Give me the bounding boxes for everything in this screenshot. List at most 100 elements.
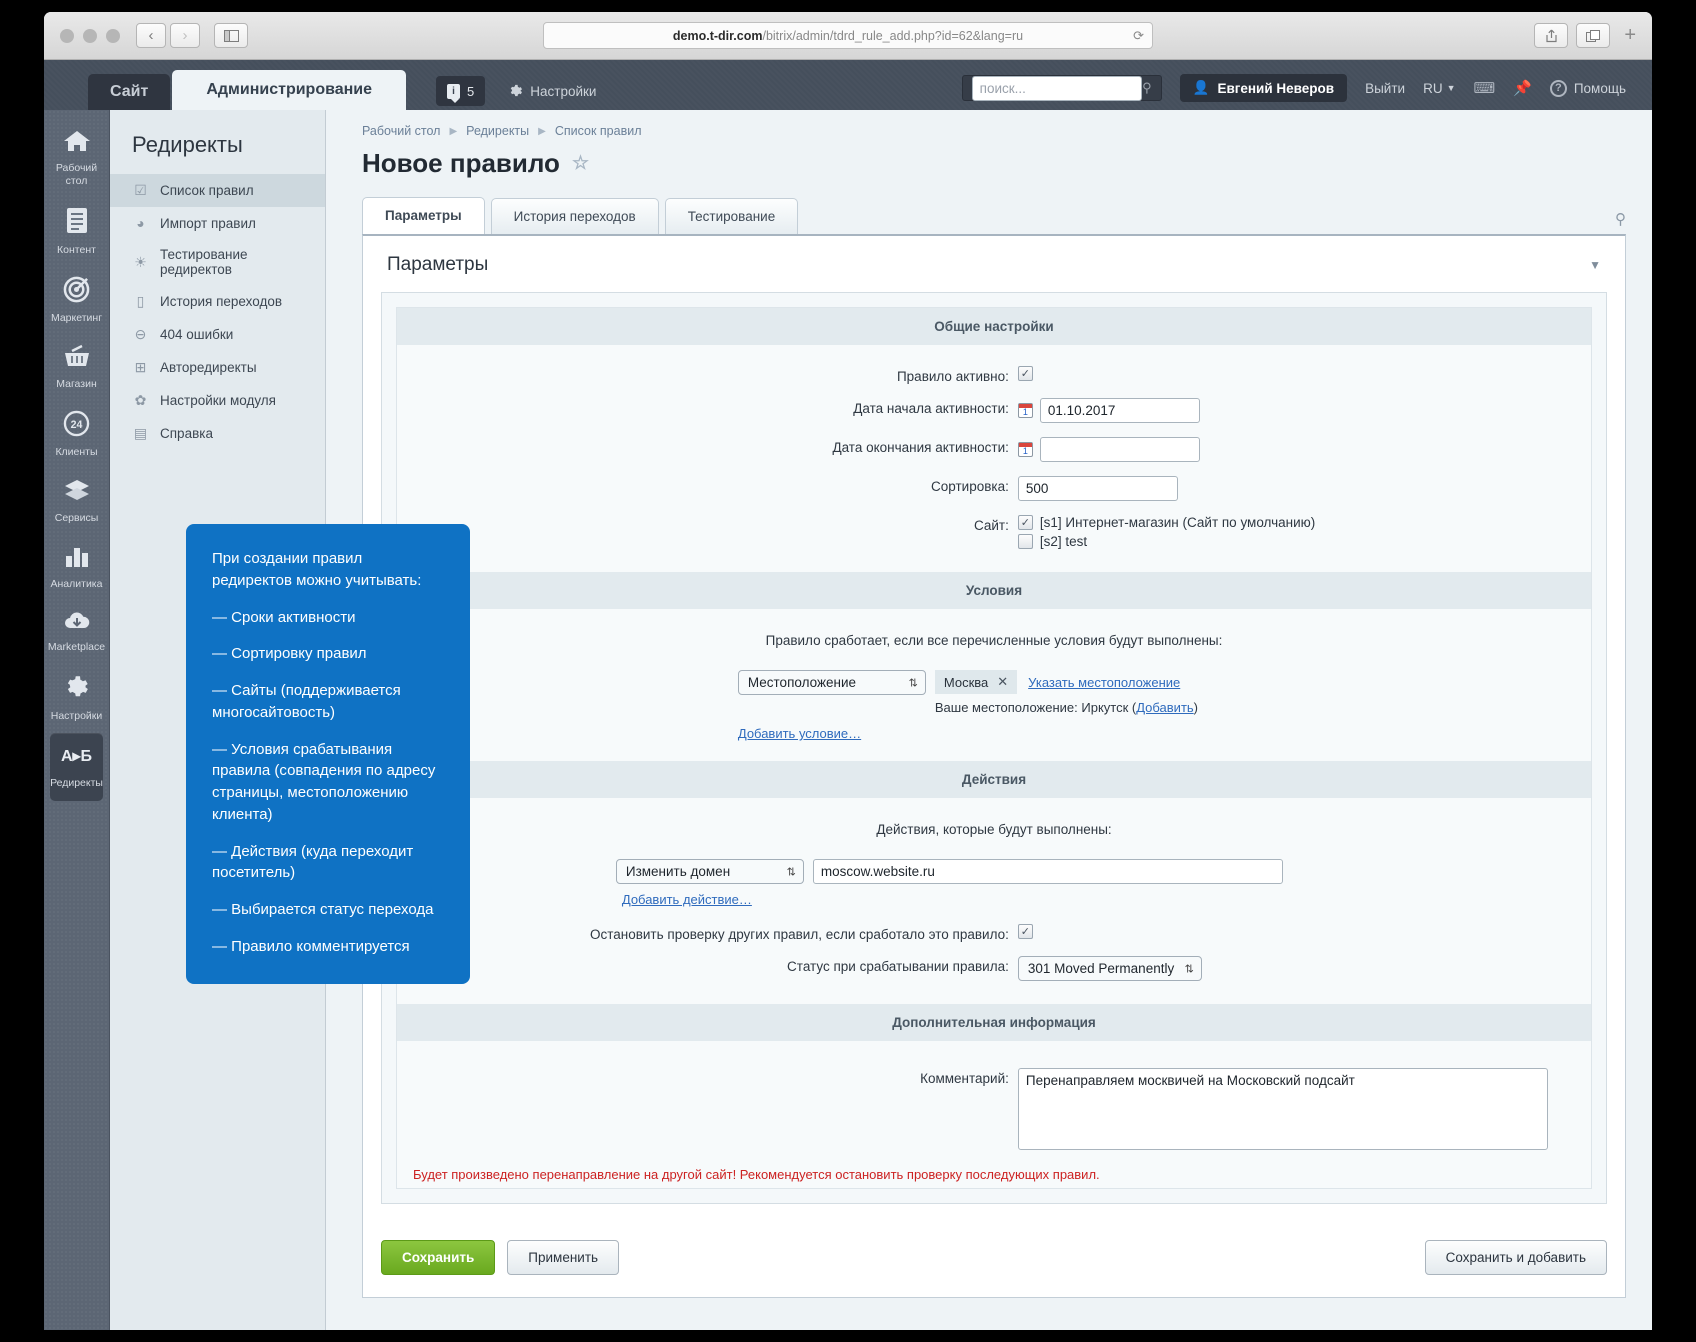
calendar-icon[interactable]: 1 bbox=[1018, 442, 1033, 457]
maximize-button[interactable] bbox=[106, 29, 120, 43]
pin-icon[interactable]: 📌 bbox=[1513, 79, 1532, 97]
status-select[interactable]: 301 Moved Permanently bbox=[1018, 956, 1202, 981]
favorite-star-icon[interactable]: ☆ bbox=[572, 152, 589, 175]
menu-item-module-settings[interactable]: ✿ Настройки модуля bbox=[110, 384, 325, 417]
rail-item-content[interactable]: Контент bbox=[44, 198, 109, 266]
menu-item-help[interactable]: ▤ Справка bbox=[110, 417, 325, 450]
notifications-button[interactable]: i 5 bbox=[436, 76, 485, 106]
search-icon[interactable]: ⚲ bbox=[1142, 80, 1152, 96]
menu-item-label: Настройки модуля bbox=[160, 393, 276, 408]
rail-item-desktop[interactable]: Рабочий стол bbox=[44, 120, 109, 198]
rail-item-marketing[interactable]: Маркетинг bbox=[44, 267, 109, 335]
sort-input[interactable] bbox=[1018, 476, 1178, 501]
add-location-link[interactable]: Добавить bbox=[1136, 700, 1193, 715]
menu-item-label: Справка bbox=[160, 426, 213, 441]
site-s2-checkbox[interactable] bbox=[1018, 534, 1033, 549]
close-button[interactable] bbox=[60, 29, 74, 43]
header-tab-site[interactable]: Сайт bbox=[88, 74, 170, 110]
condition-value-token[interactable]: Москва ✕ bbox=[935, 670, 1017, 694]
menu-item-label: Тестирование редиректов bbox=[160, 247, 315, 277]
condition-type-select-wrap[interactable]: Местоположение bbox=[738, 670, 926, 695]
keyboard-icon[interactable]: ⌨ bbox=[1474, 79, 1496, 97]
rail-item-marketplace[interactable]: Marketplace bbox=[44, 601, 109, 664]
gear-icon: ✿ bbox=[132, 392, 149, 409]
reload-icon[interactable]: ⟳ bbox=[1133, 28, 1144, 44]
chevron-down-icon[interactable]: ▼ bbox=[1589, 258, 1601, 272]
apply-button[interactable]: Применить bbox=[507, 1240, 619, 1275]
site-s2-label: [s2] test bbox=[1040, 534, 1087, 549]
browser-window: ‹ › demo.t-dir.com/bitrix/admin/tdrd_rul… bbox=[44, 12, 1652, 1330]
rail-item-analytics[interactable]: Аналитика bbox=[44, 535, 109, 601]
site-s1-checkbox[interactable]: ✓ bbox=[1018, 515, 1033, 530]
menu-item-rules-list[interactable]: ☑ Список правил bbox=[110, 174, 325, 207]
forward-button[interactable]: › bbox=[170, 23, 200, 48]
status-select-wrap[interactable]: 301 Moved Permanently bbox=[1018, 956, 1202, 981]
new-tab-button[interactable]: + bbox=[1624, 24, 1636, 47]
tab-testing[interactable]: Тестирование bbox=[665, 198, 799, 234]
window-controls[interactable] bbox=[60, 29, 120, 43]
comment-textarea[interactable]: Перенаправляем москвичей на Московский п… bbox=[1018, 1068, 1548, 1150]
rail-item-clients[interactable]: 24 Клиенты bbox=[44, 401, 109, 469]
section-menu-title: Редиректы bbox=[110, 110, 325, 174]
search-box[interactable]: ⚲ bbox=[962, 75, 1162, 101]
rail-label: Настройки bbox=[51, 710, 103, 723]
tab-transition-history[interactable]: История переходов bbox=[491, 198, 659, 234]
tab-parameters[interactable]: Параметры bbox=[362, 197, 485, 234]
add-condition-link[interactable]: Добавить условие… bbox=[738, 726, 861, 741]
site-option-s2[interactable]: [s2] test bbox=[1018, 534, 1315, 549]
help-link[interactable]: ? Помощь bbox=[1550, 80, 1626, 97]
condition-type-select[interactable]: Местоположение bbox=[738, 670, 926, 695]
back-button[interactable]: ‹ bbox=[136, 23, 166, 48]
user-name: Евгений Неверов bbox=[1217, 81, 1334, 96]
date-start-input[interactable] bbox=[1040, 398, 1200, 423]
breadcrumb-item-desktop[interactable]: Рабочий стол bbox=[362, 124, 440, 138]
rail-item-settings[interactable]: Настройки bbox=[44, 664, 109, 733]
page-title-text: Новое правило bbox=[362, 148, 560, 179]
logout-link[interactable]: Выйти bbox=[1365, 81, 1405, 96]
save-button[interactable]: Сохранить bbox=[381, 1240, 495, 1275]
sidebar-toggle-button[interactable] bbox=[214, 23, 248, 48]
save-and-add-button[interactable]: Сохранить и добавить bbox=[1425, 1240, 1607, 1275]
menu-item-404-errors[interactable]: ⊖ 404 ошибки bbox=[110, 318, 325, 351]
checklist-icon: ☑ bbox=[132, 182, 149, 199]
share-button[interactable] bbox=[1534, 23, 1568, 48]
row-comment: Комментарий: Перенаправляем москвичей на… bbox=[397, 1061, 1591, 1157]
menu-item-autoredirects[interactable]: ⊞ Авторедиректы bbox=[110, 351, 325, 384]
rail-item-services[interactable]: Сервисы bbox=[44, 469, 109, 534]
header-tab-admin[interactable]: Администрирование bbox=[172, 70, 406, 110]
specify-location-link[interactable]: Указать местоположение bbox=[1028, 675, 1180, 690]
action-type-select-wrap[interactable]: Изменить домен bbox=[616, 859, 804, 884]
address-bar[interactable]: demo.t-dir.com/bitrix/admin/tdrd_rule_ad… bbox=[543, 22, 1153, 49]
close-icon[interactable]: ✕ bbox=[997, 674, 1008, 690]
breadcrumb-item-rules-list[interactable]: Список правил bbox=[555, 124, 642, 138]
breadcrumb-item-redirects[interactable]: Редиректы bbox=[466, 124, 529, 138]
stop-check-checkbox[interactable]: ✓ bbox=[1018, 924, 1033, 939]
menu-item-transition-history[interactable]: ▯ История переходов bbox=[110, 285, 325, 318]
row-rule-active: Правило активно: ✓ bbox=[397, 359, 1591, 391]
site-option-s1[interactable]: ✓ [s1] Интернет-магазин (Сайт по умолчан… bbox=[1018, 515, 1315, 530]
action-type-select[interactable]: Изменить домен bbox=[616, 859, 804, 884]
language-selector[interactable]: RU ▼ bbox=[1423, 81, 1455, 96]
target-icon bbox=[63, 276, 90, 307]
add-action-link[interactable]: Добавить действие… bbox=[622, 892, 752, 907]
parameters-panel: Параметры ▼ Общие настройки Правило акти… bbox=[362, 234, 1626, 1298]
search-input[interactable] bbox=[972, 76, 1142, 101]
rail-item-redirects[interactable]: А▸Б Редиректы bbox=[50, 733, 103, 800]
header-settings-link[interactable]: Настройки bbox=[507, 82, 596, 100]
status-label: Статус при срабатывании правила: bbox=[397, 956, 1018, 974]
action-value-input[interactable] bbox=[813, 859, 1283, 884]
calendar-icon[interactable]: 1 bbox=[1018, 403, 1033, 418]
minimize-button[interactable] bbox=[83, 29, 97, 43]
chevron-down-icon: ▼ bbox=[1447, 83, 1456, 93]
menu-item-test-redirects[interactable]: ☀ Тестирование редиректов bbox=[110, 239, 325, 285]
user-menu-button[interactable]: 👤 Евгений Неверов bbox=[1180, 74, 1347, 102]
menu-item-import-rules[interactable]: ◕ Импорт правил bbox=[110, 207, 325, 239]
pin-panel-icon[interactable]: ⚲ bbox=[1615, 210, 1626, 228]
rule-active-checkbox[interactable]: ✓ bbox=[1018, 366, 1033, 381]
section-header-general: Общие настройки bbox=[397, 308, 1591, 345]
redirect-warning: Будет произведено перенаправление на дру… bbox=[397, 1157, 1591, 1182]
date-end-input[interactable] bbox=[1040, 437, 1200, 462]
rail-item-shop[interactable]: Магазин bbox=[44, 335, 109, 401]
panel-header: Параметры ▼ bbox=[363, 236, 1625, 292]
show-tabs-button[interactable] bbox=[1576, 23, 1610, 48]
